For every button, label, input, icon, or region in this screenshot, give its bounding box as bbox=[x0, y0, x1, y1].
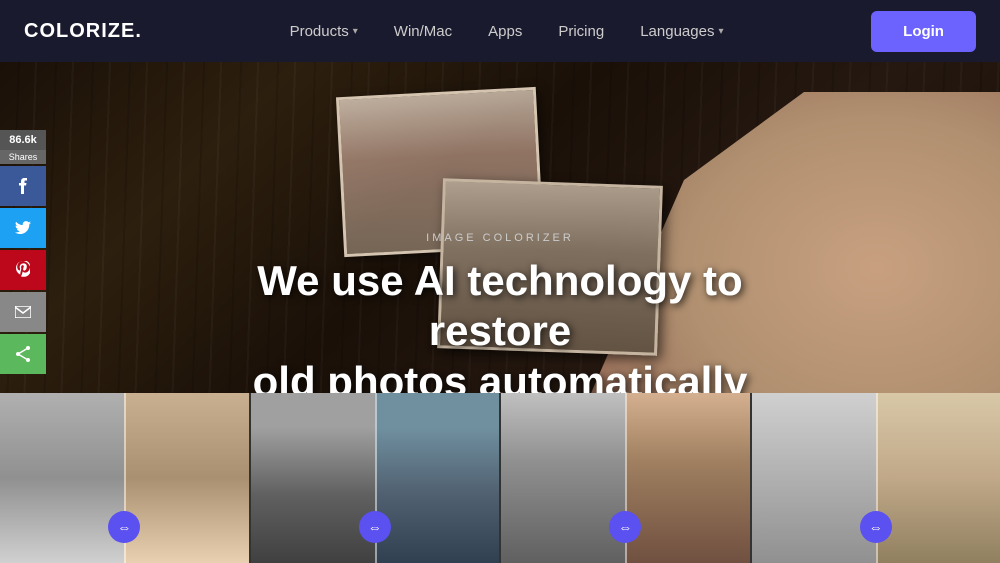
photo-card-3[interactable]: ⇔ bbox=[501, 393, 752, 563]
photo-card-2[interactable]: ⇔ bbox=[251, 393, 502, 563]
navbar: COLORIZE. Products ▾ Win/Mac Apps Pricin… bbox=[0, 0, 1000, 62]
login-button[interactable]: Login bbox=[871, 11, 976, 52]
hero-section: IMAGE COLORIZER We use AI technology to … bbox=[0, 62, 1000, 563]
email-share-button[interactable] bbox=[0, 292, 46, 332]
color-half-2 bbox=[375, 393, 499, 563]
share-count: 86.6k bbox=[0, 130, 46, 150]
social-sidebar: 86.6k Shares bbox=[0, 130, 46, 376]
color-half-3 bbox=[625, 393, 749, 563]
color-half-4 bbox=[876, 393, 1000, 563]
bw-half-3 bbox=[501, 393, 625, 563]
swap-icon-1[interactable]: ⇔ bbox=[108, 511, 140, 543]
swap-icon-3[interactable]: ⇔ bbox=[609, 511, 641, 543]
nav-winmac[interactable]: Win/Mac bbox=[380, 15, 466, 48]
bw-half-1 bbox=[0, 393, 124, 563]
sharethis-button[interactable] bbox=[0, 334, 46, 374]
logo[interactable]: COLORIZE. bbox=[24, 20, 142, 43]
photo-strip: ⇔ ⇔ ⇔ ⇔ bbox=[0, 393, 1000, 563]
products-arrow-icon: ▾ bbox=[353, 26, 358, 37]
photo-card-1[interactable]: ⇔ bbox=[0, 393, 251, 563]
nav-pricing[interactable]: Pricing bbox=[544, 15, 618, 48]
swap-icon-2[interactable]: ⇔ bbox=[359, 511, 391, 543]
photo-card-4[interactable]: ⇔ bbox=[752, 393, 1000, 563]
nav-links: Products ▾ Win/Mac Apps Pricing Language… bbox=[276, 15, 738, 48]
bw-half-2 bbox=[251, 393, 375, 563]
nav-products[interactable]: Products ▾ bbox=[276, 15, 372, 48]
share-label: Shares bbox=[0, 150, 46, 164]
nav-languages[interactable]: Languages ▾ bbox=[626, 15, 737, 48]
hero-label: IMAGE COLORIZER bbox=[250, 232, 750, 244]
nav-apps[interactable]: Apps bbox=[474, 15, 536, 48]
color-half-1 bbox=[124, 393, 248, 563]
pinterest-share-button[interactable] bbox=[0, 250, 46, 290]
facebook-share-button[interactable] bbox=[0, 166, 46, 206]
twitter-share-button[interactable] bbox=[0, 208, 46, 248]
swap-icon-4[interactable]: ⇔ bbox=[860, 511, 892, 543]
bw-half-4 bbox=[752, 393, 876, 563]
hero-title: We use AI technology to restore old phot… bbox=[250, 256, 750, 407]
languages-arrow-icon: ▾ bbox=[718, 26, 723, 37]
